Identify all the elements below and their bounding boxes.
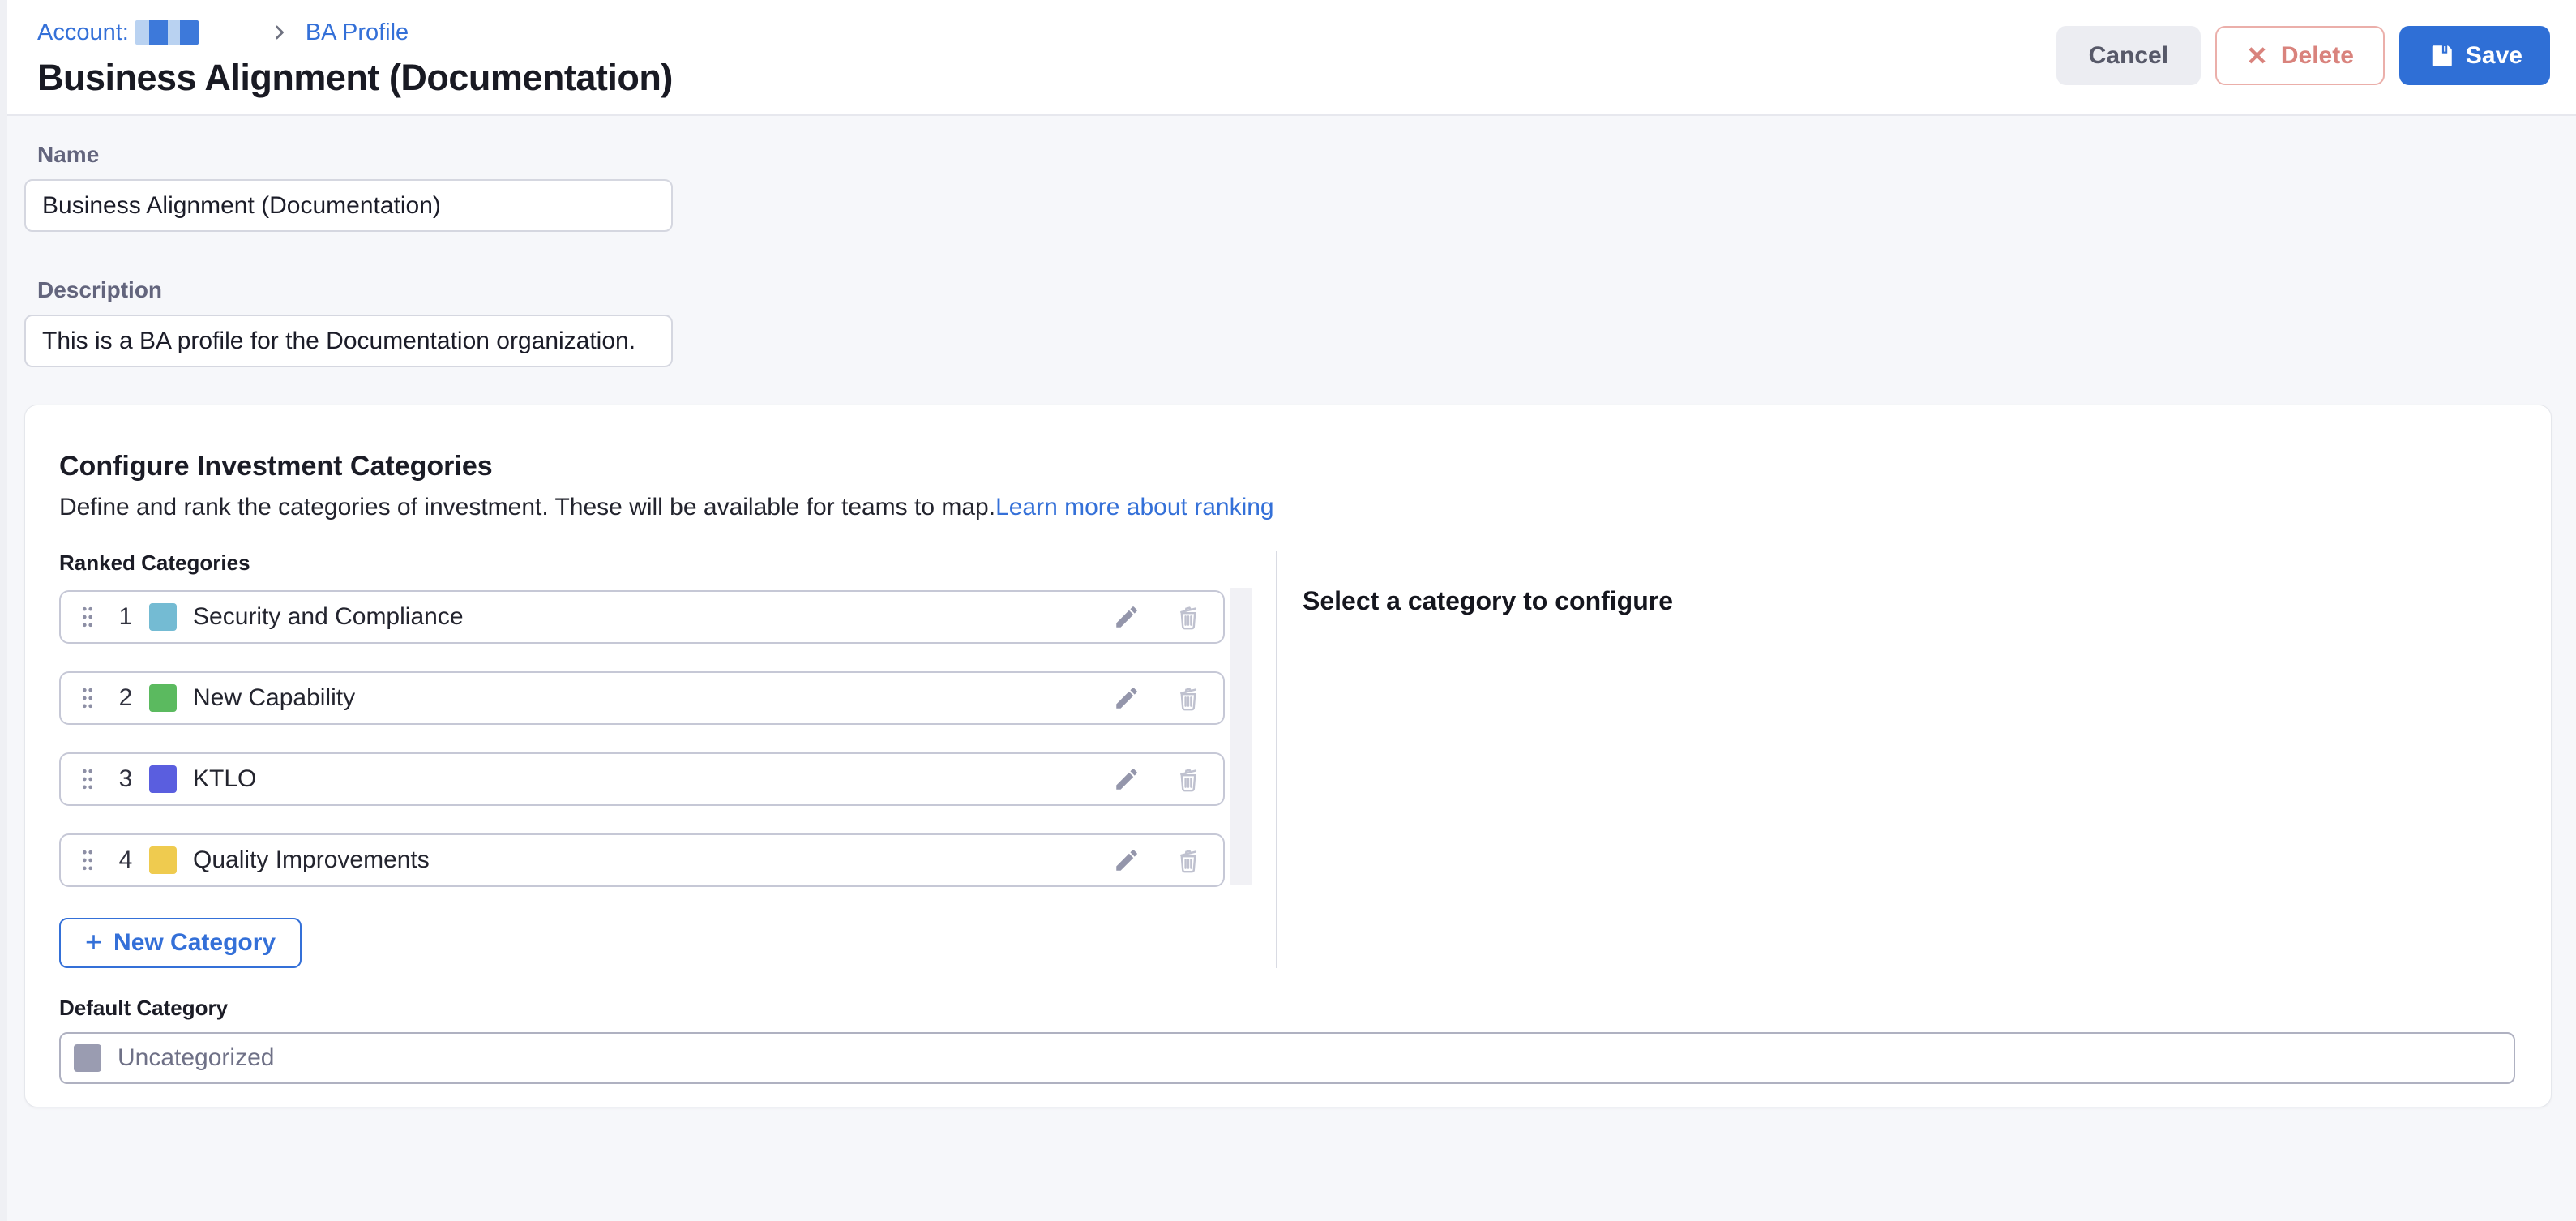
category-row[interactable]: 4 Quality Improvements [59, 833, 1225, 887]
category-row[interactable]: 2 New Capability [59, 671, 1225, 725]
name-label: Name [37, 142, 2552, 168]
edit-category-button[interactable] [1110, 681, 1144, 715]
category-detail-panel: Select a category to configure [1276, 551, 2517, 968]
category-name: Security and Compliance [193, 603, 464, 631]
category-rank: 2 [115, 684, 136, 712]
edit-category-button[interactable] [1110, 762, 1144, 796]
category-name: KTLO [193, 765, 256, 793]
account-name-redacted [135, 20, 199, 45]
plus-icon: + [85, 928, 102, 957]
breadcrumb-account-label[interactable]: Account: [37, 19, 129, 46]
category-name: Quality Improvements [193, 846, 430, 874]
chevron-right-icon [268, 21, 291, 44]
name-input[interactable] [24, 179, 673, 232]
new-category-button-label: New Category [113, 929, 276, 957]
delete-button[interactable]: ✕ Delete [2215, 26, 2385, 85]
category-color-swatch [149, 603, 177, 631]
list-scrollbar[interactable] [1230, 588, 1252, 885]
default-category-color-swatch [74, 1044, 101, 1072]
profile-form: Name Description Configure Investment Ca… [0, 116, 2576, 1107]
drag-handle-icon[interactable] [79, 766, 96, 792]
description-input[interactable] [24, 315, 673, 367]
default-category-label: Default Category [59, 996, 2517, 1021]
category-color-swatch [149, 765, 177, 793]
category-rank: 1 [115, 603, 136, 631]
name-field-group: Name [24, 142, 2552, 232]
delete-category-button[interactable] [1171, 762, 1205, 796]
floppy-disk-icon [2427, 41, 2456, 71]
category-row[interactable]: 1 Security and Compliance [59, 590, 1225, 644]
category-rank: 3 [115, 765, 136, 793]
configure-categories-card: Configure Investment Categories Define a… [24, 405, 2552, 1107]
page-header: Account: BA Profile Business Alignment (… [0, 0, 2576, 116]
card-subtitle: Define and rank the categories of invest… [59, 494, 2517, 521]
ranked-categories-list: 1 Security and Compliance 2 [59, 590, 1225, 887]
default-category-row[interactable]: Uncategorized [59, 1032, 2515, 1084]
viewport-left-edge [0, 0, 7, 1221]
default-category-name: Uncategorized [118, 1044, 274, 1072]
drag-handle-icon[interactable] [79, 847, 96, 873]
category-row[interactable]: 3 KTLO [59, 752, 1225, 806]
save-button-label: Save [2466, 42, 2523, 70]
x-icon: ✕ [2246, 43, 2268, 69]
delete-category-button[interactable] [1171, 843, 1205, 877]
save-button[interactable]: Save [2399, 26, 2550, 85]
ranked-categories-label: Ranked Categories [59, 551, 1276, 576]
category-rank: 4 [115, 846, 136, 874]
new-category-button[interactable]: + New Category [59, 918, 302, 968]
card-title: Configure Investment Categories [59, 451, 2517, 482]
delete-category-button[interactable] [1171, 681, 1205, 715]
learn-more-link[interactable]: Learn more about ranking [995, 494, 1274, 521]
header-actions: Cancel ✕ Delete Save [2056, 26, 2550, 85]
categories-columns: Ranked Categories 1 Security and Complia… [59, 551, 2517, 968]
cancel-button[interactable]: Cancel [2056, 26, 2201, 85]
category-name: New Capability [193, 684, 355, 712]
breadcrumb-ba-profile-link[interactable]: BA Profile [306, 19, 409, 46]
ranked-categories-column: Ranked Categories 1 Security and Complia… [59, 551, 1276, 968]
empty-state-message: Select a category to configure [1303, 586, 2517, 616]
category-color-swatch [149, 846, 177, 874]
drag-handle-icon[interactable] [79, 685, 96, 711]
description-label: Description [37, 277, 2552, 303]
drag-handle-icon[interactable] [79, 604, 96, 630]
delete-category-button[interactable] [1171, 600, 1205, 634]
edit-category-button[interactable] [1110, 600, 1144, 634]
description-field-group: Description [24, 277, 2552, 367]
category-color-swatch [149, 684, 177, 712]
edit-category-button[interactable] [1110, 843, 1144, 877]
card-subtitle-text: Define and rank the categories of invest… [59, 494, 995, 521]
delete-button-label: Delete [2281, 42, 2354, 70]
